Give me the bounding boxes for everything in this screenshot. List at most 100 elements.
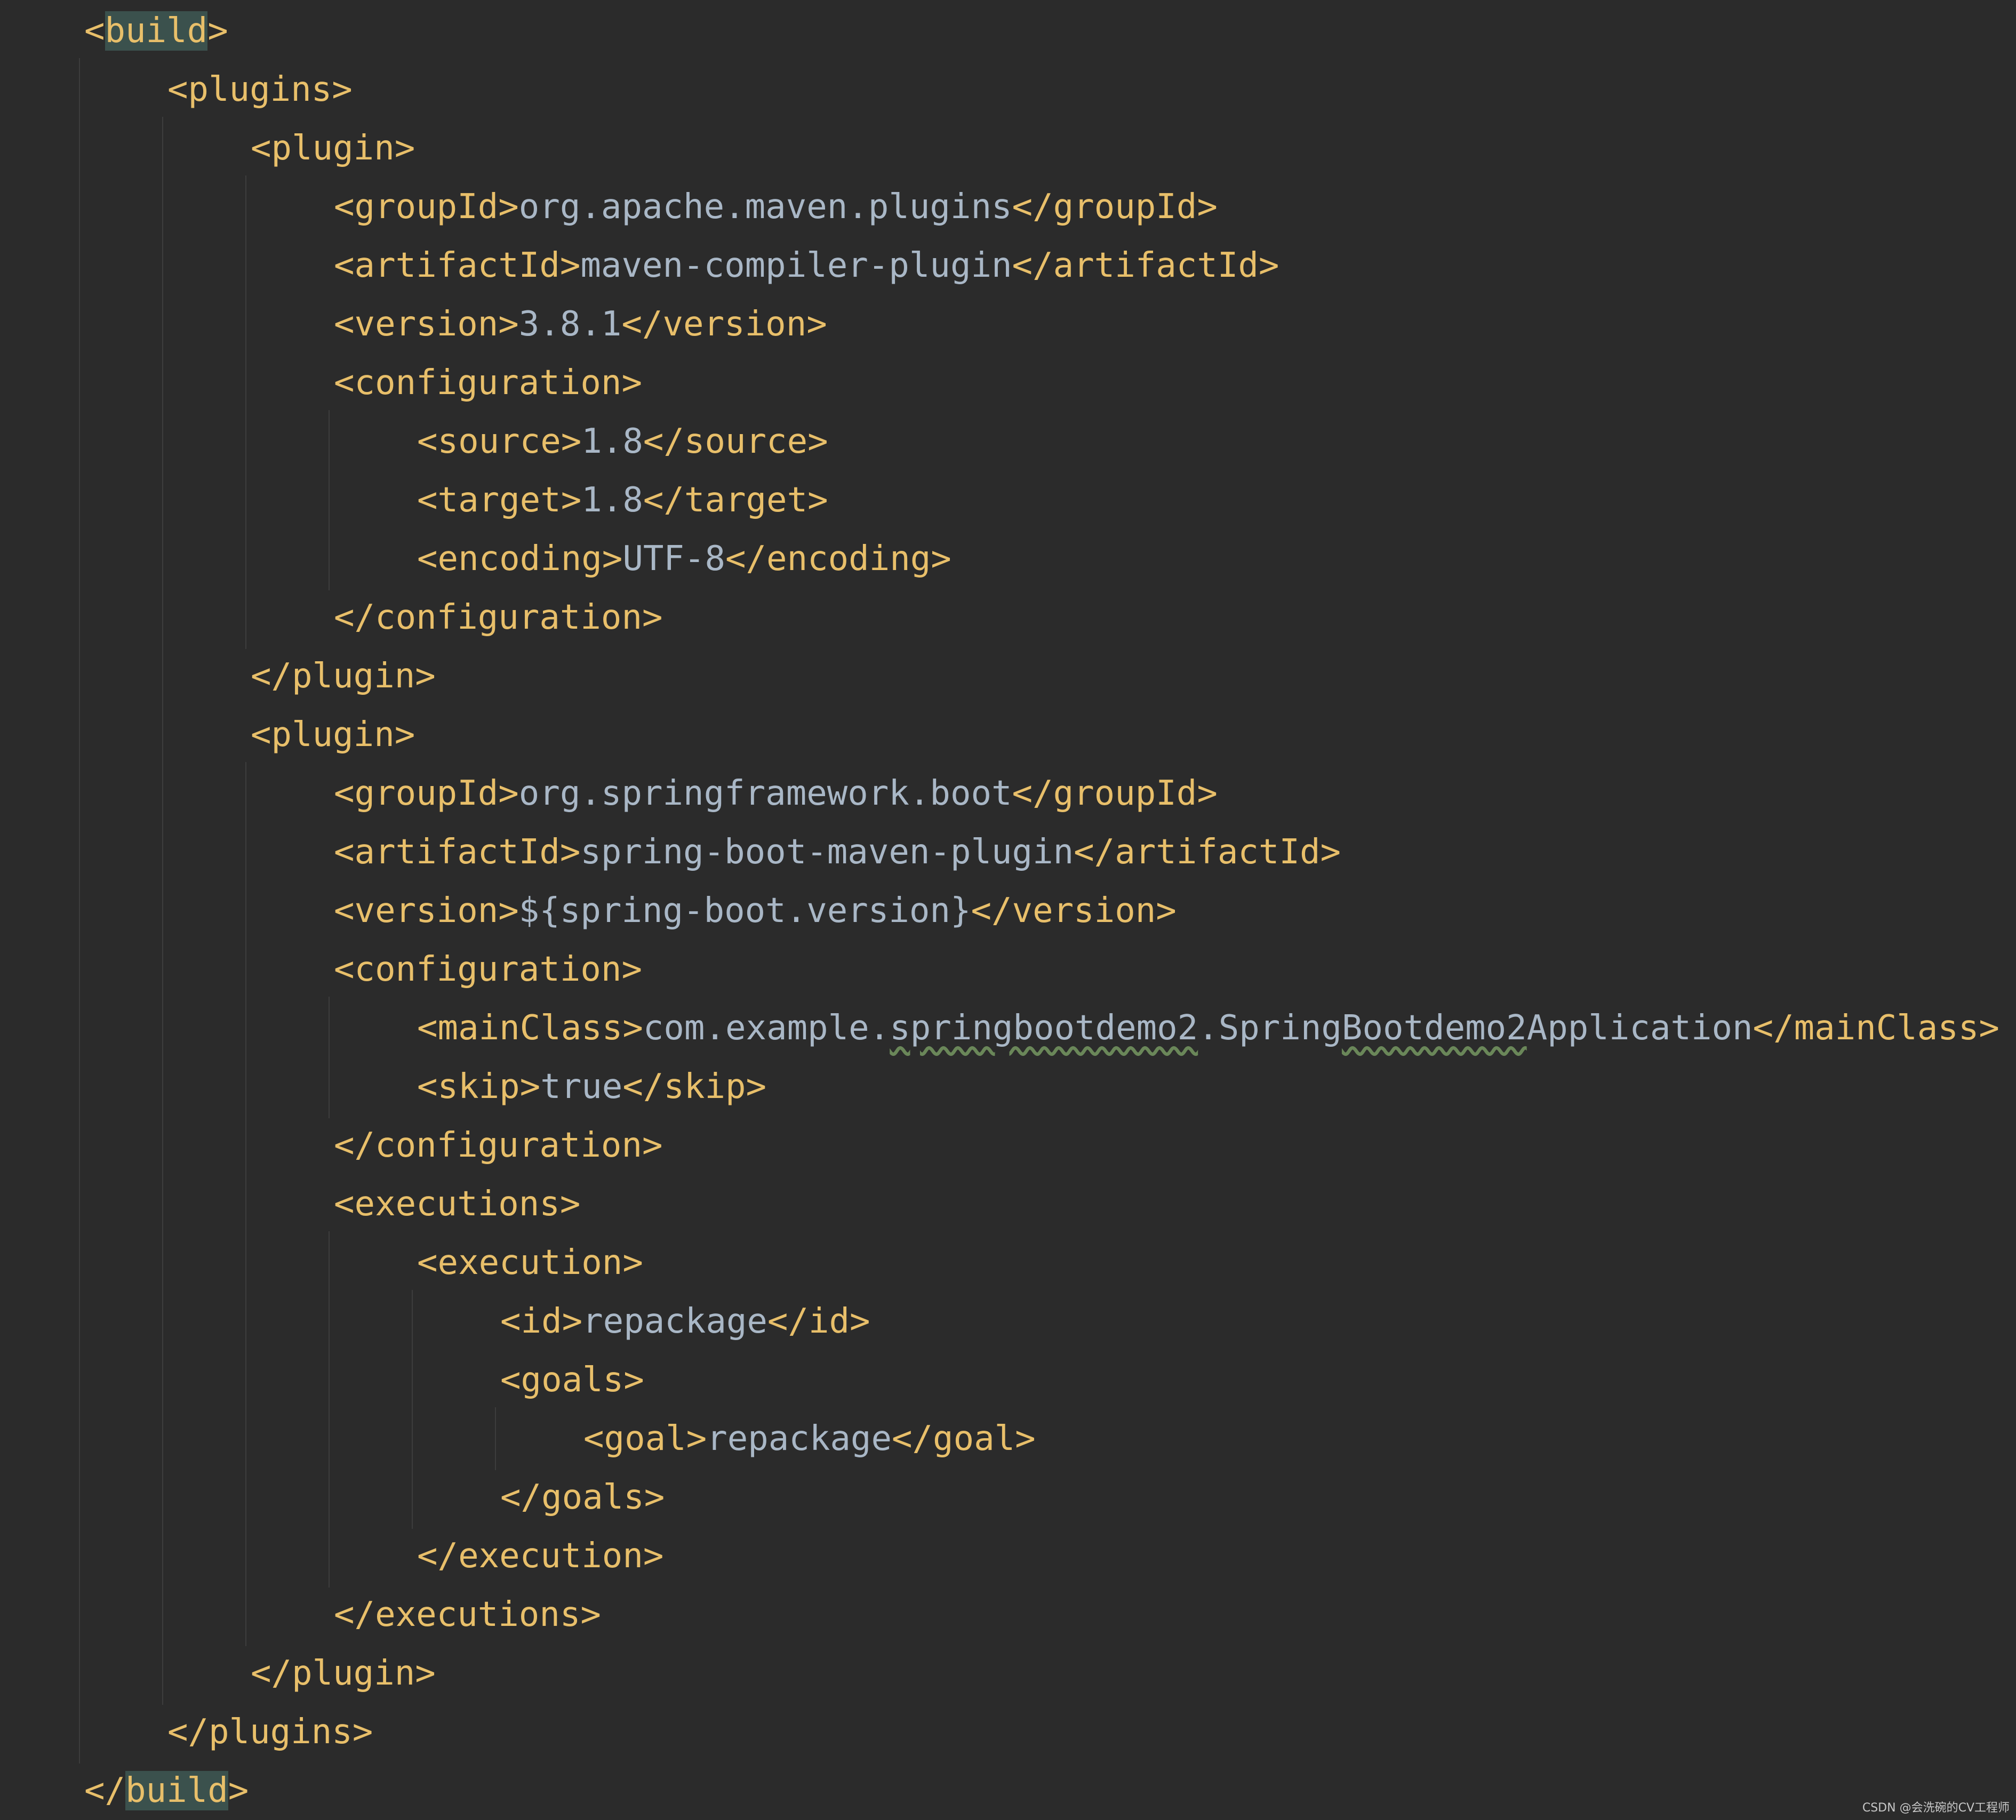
code-line[interactable]: <build> bbox=[84, 2, 228, 60]
code-line[interactable]: </plugin> bbox=[251, 1644, 436, 1703]
tag-name: groupId bbox=[354, 774, 499, 813]
code-line[interactable]: <groupId>org.apache.maven.plugins</group… bbox=[334, 178, 1218, 236]
tag-bracket: < bbox=[417, 422, 438, 461]
code-line[interactable]: <encoding>UTF-8</encoding> bbox=[417, 530, 951, 588]
code-line[interactable]: <goal>repackage</goal> bbox=[583, 1409, 1036, 1468]
tag-bracket: < bbox=[417, 1243, 438, 1282]
code-line[interactable]: </build> bbox=[84, 1761, 249, 1820]
tag-bracket: < bbox=[417, 539, 438, 579]
tag-name: skip bbox=[663, 1067, 746, 1107]
code-line[interactable]: <plugins> bbox=[167, 60, 353, 119]
tag-name: plugin bbox=[271, 715, 395, 755]
tag-bracket: > bbox=[686, 1419, 707, 1458]
code-line[interactable]: <groupId>org.springframework.boot</group… bbox=[334, 764, 1218, 823]
code-line[interactable]: <execution> bbox=[417, 1233, 643, 1292]
tag-bracket: > bbox=[1197, 187, 1218, 227]
tag-value: 1.8 bbox=[581, 422, 643, 461]
tag-value: 3.8.1 bbox=[518, 304, 622, 344]
tag-bracket: > bbox=[931, 539, 951, 579]
tag-bracket: > bbox=[561, 422, 582, 461]
tag-value: 1.8 bbox=[581, 480, 643, 520]
code-line[interactable]: <id>repackage</id> bbox=[500, 1292, 870, 1351]
tag-value: spring-boot-maven-plugin bbox=[580, 832, 1074, 872]
tag-value: maven-compiler-plugin bbox=[580, 246, 1012, 285]
tag-name: mainClass bbox=[437, 1008, 623, 1048]
tag-name: build bbox=[125, 1771, 228, 1810]
tag-name: plugin bbox=[292, 1654, 415, 1693]
tag-bracket: > bbox=[746, 1067, 767, 1107]
code-line[interactable]: <goals> bbox=[500, 1351, 644, 1409]
code-line[interactable]: <artifactId>maven-compiler-plugin</artif… bbox=[334, 236, 1279, 295]
code-line[interactable]: </configuration> bbox=[334, 1116, 663, 1175]
tag-name: target bbox=[684, 480, 808, 520]
tag-bracket: > bbox=[1258, 246, 1279, 285]
tag-name: version bbox=[354, 891, 499, 931]
watermark: CSDN @会洗碗的CV工程师 bbox=[1862, 1801, 2010, 1815]
tag-bracket: > bbox=[622, 1008, 643, 1048]
code-line[interactable]: <source>1.8</source> bbox=[417, 412, 828, 471]
tag-bracket: < bbox=[334, 304, 355, 344]
tag-bracket: < bbox=[334, 891, 355, 931]
code-line[interactable]: <target>1.8</target> bbox=[417, 471, 828, 530]
tag-bracket: > bbox=[642, 598, 663, 637]
code-line[interactable]: </configuration> bbox=[334, 588, 663, 647]
code-line[interactable]: </plugin> bbox=[251, 647, 436, 705]
tag-bracket: > bbox=[559, 246, 581, 285]
tag-value: org.apache.maven.plugins bbox=[518, 187, 1012, 227]
tag-bracket: </ bbox=[643, 480, 684, 520]
code-line[interactable]: <plugin> bbox=[251, 705, 415, 764]
tag-name: goal bbox=[604, 1419, 686, 1458]
tag-name: source bbox=[684, 422, 808, 461]
tag-name: goals bbox=[541, 1478, 644, 1517]
tag-bracket: </ bbox=[621, 304, 663, 344]
code-line[interactable]: <configuration> bbox=[334, 354, 642, 412]
code-editor[interactable]: <build> <plugins> <plugin> <groupId>org.apa… bbox=[0, 0, 2016, 1818]
code-line[interactable]: <plugin> bbox=[251, 119, 415, 178]
tag-bracket: < bbox=[583, 1419, 604, 1458]
code-line[interactable]: <artifactId>spring-boot-maven-plugin</ar… bbox=[334, 823, 1341, 881]
code-line[interactable]: <configuration> bbox=[334, 940, 642, 999]
tag-name: version bbox=[354, 304, 499, 344]
tag-bracket: </ bbox=[84, 1771, 126, 1810]
code-line[interactable]: <version>3.8.1</version> bbox=[334, 295, 827, 354]
code-line[interactable]: </goals> bbox=[500, 1468, 665, 1527]
tag-bracket: </ bbox=[500, 1478, 542, 1517]
tag-bracket: </ bbox=[767, 1302, 809, 1341]
code-line[interactable]: </executions> bbox=[334, 1585, 601, 1644]
code-line[interactable]: </execution> bbox=[417, 1527, 663, 1585]
indent-guide bbox=[79, 58, 80, 1763]
tag-bracket: </ bbox=[1012, 774, 1053, 813]
tag-bracket: </ bbox=[622, 1067, 664, 1107]
tag-bracket: < bbox=[500, 1360, 521, 1400]
tag-name: encoding bbox=[766, 539, 931, 579]
indent-guide bbox=[245, 762, 246, 1646]
tag-bracket: < bbox=[167, 70, 188, 109]
tag-name: execution bbox=[458, 1536, 643, 1576]
tag-bracket: > bbox=[621, 950, 642, 989]
tag-bracket: > bbox=[394, 715, 415, 755]
tag-bracket: </ bbox=[725, 539, 767, 579]
code-line[interactable]: <version>${spring-boot.version}</version… bbox=[334, 881, 1177, 940]
tag-value: true bbox=[540, 1067, 623, 1107]
code-line[interactable]: <executions> bbox=[334, 1175, 580, 1233]
tag-name: encoding bbox=[437, 539, 602, 579]
tag-name: artifactId bbox=[354, 832, 560, 872]
tag-bracket: </ bbox=[251, 1654, 292, 1693]
tag-name: configuration bbox=[375, 598, 642, 637]
code-line[interactable]: </plugins> bbox=[167, 1703, 373, 1761]
tag-bracket: < bbox=[334, 363, 355, 403]
tag-bracket: > bbox=[622, 1243, 643, 1282]
tag-name: artifactId bbox=[1053, 246, 1259, 285]
tag-bracket: > bbox=[1015, 1419, 1036, 1458]
warning-squiggle-text: Bootdemo2 bbox=[1341, 1008, 1527, 1048]
code-line[interactable]: <mainClass>com.example.springbootdemo2.S… bbox=[417, 999, 1999, 1057]
tag-name: goals bbox=[521, 1360, 624, 1400]
tag-bracket: > bbox=[807, 422, 828, 461]
indent-guide bbox=[245, 175, 246, 649]
tag-bracket: </ bbox=[1012, 246, 1053, 285]
tag-name: target bbox=[437, 480, 561, 520]
tag-bracket: > bbox=[850, 1302, 870, 1341]
code-line[interactable]: <skip>true</skip> bbox=[417, 1057, 766, 1116]
tag-name: execution bbox=[437, 1243, 623, 1282]
tag-value: UTF-8 bbox=[622, 539, 725, 579]
